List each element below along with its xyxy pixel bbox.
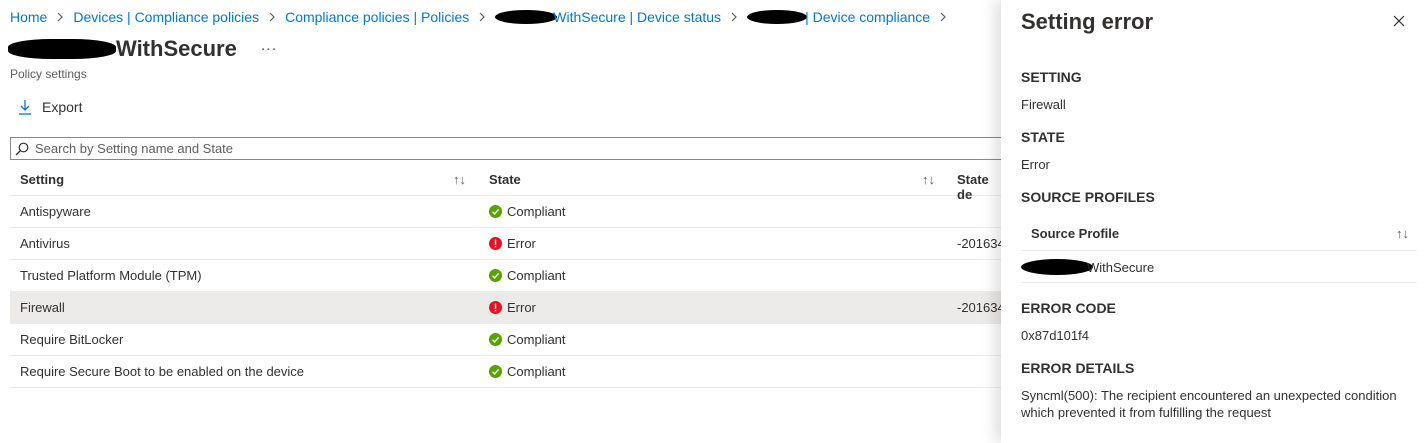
search-box bbox=[10, 137, 1010, 160]
source-profile-row[interactable]: WithSecure bbox=[1021, 251, 1417, 283]
table-row[interactable]: Antispyware Compliant bbox=[10, 196, 1001, 228]
breadcrumb-device-status[interactable]: WithSecure | Device status bbox=[495, 9, 721, 25]
state-label: Compliant bbox=[507, 332, 566, 347]
state-label: Error bbox=[507, 236, 536, 251]
state-section-label: STATE bbox=[1021, 129, 1065, 145]
page-header: WithSecure ... bbox=[8, 36, 277, 62]
error-details-section-label: ERROR DETAILS bbox=[1021, 360, 1135, 376]
sort-icon[interactable]: ↑↓ bbox=[922, 172, 935, 187]
table-row[interactable]: Trusted Platform Module (TPM) Compliant bbox=[10, 260, 1001, 292]
source-profile-name: WithSecure bbox=[1087, 259, 1155, 275]
page-title: WithSecure bbox=[116, 36, 237, 61]
table-header: Setting ↑↓ State ↑↓ State de bbox=[10, 164, 1001, 202]
page-subtitle: Policy settings bbox=[10, 67, 87, 81]
source-profile-cell: WithSecure bbox=[1021, 259, 1154, 275]
sort-icon[interactable]: ↑↓ bbox=[1396, 226, 1409, 241]
table-row[interactable]: Firewall Error -201634 bbox=[10, 292, 1005, 324]
download-arrow-icon bbox=[19, 100, 31, 115]
setting-name: Firewall bbox=[20, 300, 65, 315]
source-profile-header: Source Profile ↑↓ bbox=[1021, 218, 1417, 251]
close-icon[interactable] bbox=[1392, 14, 1406, 28]
state-cell: Error bbox=[489, 300, 536, 315]
setting-section-label: SETTING bbox=[1021, 69, 1082, 85]
state-cell: Error bbox=[489, 236, 536, 251]
error-details-value: Syncml(500): The recipient encountered a… bbox=[1021, 388, 1397, 420]
column-header-state[interactable]: State bbox=[489, 172, 521, 187]
state-label: Compliant bbox=[507, 268, 566, 283]
state-cell: Compliant bbox=[489, 268, 566, 283]
chevron-right-icon bbox=[478, 12, 486, 22]
chevron-right-icon bbox=[56, 12, 64, 22]
sort-icon[interactable]: ↑↓ bbox=[453, 172, 466, 187]
state-cell: Compliant bbox=[489, 204, 566, 219]
setting-name: Antispyware bbox=[20, 204, 91, 219]
error-code-section-label: ERROR CODE bbox=[1021, 300, 1116, 316]
error-circle-icon bbox=[489, 301, 502, 314]
state-value: Error bbox=[1021, 157, 1050, 172]
state-label: Compliant bbox=[507, 204, 566, 219]
error-circle-icon bbox=[489, 237, 502, 250]
column-header-source-profile[interactable]: Source Profile bbox=[1031, 226, 1119, 241]
redaction-mark bbox=[495, 10, 558, 24]
setting-name: Trusted Platform Module (TPM) bbox=[20, 268, 202, 283]
state-details: -201634 bbox=[957, 236, 1005, 251]
breadcrumb-policies[interactable]: Compliance policies | Policies bbox=[285, 9, 469, 25]
setting-name: Require BitLocker bbox=[20, 332, 124, 347]
redaction-mark bbox=[1021, 259, 1093, 275]
check-circle-icon bbox=[489, 205, 502, 218]
state-details: -201634 bbox=[957, 300, 1005, 315]
redaction-mark bbox=[747, 10, 808, 24]
setting-value: Firewall bbox=[1021, 97, 1066, 112]
table-row[interactable]: Require Secure Boot to be enabled on the… bbox=[10, 356, 1001, 388]
table-row[interactable]: Require BitLocker Compliant bbox=[10, 324, 1001, 356]
panel-title: Setting error bbox=[1021, 9, 1154, 34]
breadcrumb-home[interactable]: Home bbox=[10, 9, 47, 25]
search-input[interactable] bbox=[35, 141, 935, 156]
more-options-icon[interactable]: ... bbox=[261, 37, 277, 55]
state-label: Compliant bbox=[507, 364, 566, 379]
column-header-setting[interactable]: Setting bbox=[20, 172, 64, 187]
setting-name: Antivirus bbox=[20, 236, 70, 251]
source-profiles-section-label: SOURCE PROFILES bbox=[1021, 189, 1155, 205]
settings-table: Setting ↑↓ State ↑↓ State de Antispyware… bbox=[10, 164, 1005, 388]
export-label: Export bbox=[42, 99, 83, 115]
setting-error-panel: Setting error SETTING Firewall STATE Err… bbox=[1001, 0, 1426, 443]
export-button[interactable]: Export bbox=[18, 99, 82, 115]
breadcrumb-compliance-policies[interactable]: Devices | Compliance policies bbox=[73, 9, 259, 25]
breadcrumb-device-compliance[interactable]: | Device compliance bbox=[747, 9, 930, 25]
state-label: Error bbox=[507, 300, 536, 315]
chevron-right-icon bbox=[730, 12, 738, 22]
chevron-right-icon bbox=[268, 12, 276, 22]
search-icon bbox=[15, 142, 29, 155]
error-code-value: 0x87d101f4 bbox=[1021, 328, 1089, 343]
check-circle-icon bbox=[489, 269, 502, 282]
table-row[interactable]: Antivirus Error -201634 bbox=[10, 228, 1005, 260]
redaction-mark bbox=[8, 39, 116, 59]
check-circle-icon bbox=[489, 365, 502, 378]
setting-name: Require Secure Boot to be enabled on the… bbox=[20, 364, 305, 379]
state-cell: Compliant bbox=[489, 364, 566, 379]
chevron-right-icon bbox=[939, 12, 947, 22]
breadcrumb: Home Devices | Compliance policies Compl… bbox=[10, 8, 956, 26]
check-circle-icon bbox=[489, 333, 502, 346]
state-cell: Compliant bbox=[489, 332, 566, 347]
